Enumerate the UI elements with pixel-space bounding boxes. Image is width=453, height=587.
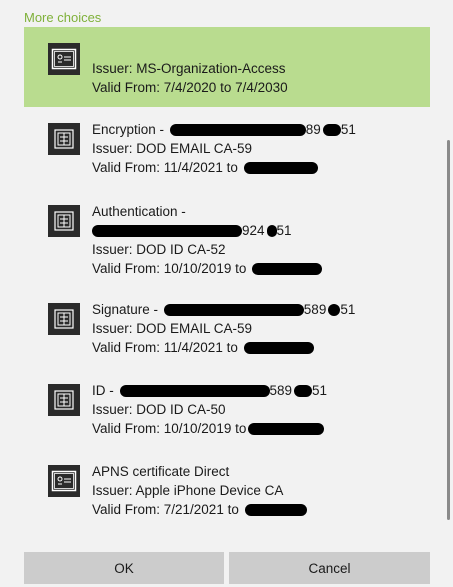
certificate-icon (48, 205, 80, 237)
redaction-mark (266, 225, 277, 238)
certificate-item-authentication[interactable]: Authentication - 924 51 Issuer: DOD ID CA… (24, 202, 430, 282)
certificate-valid-from: Valid From: 10/10/2019 to (92, 419, 422, 438)
certificate-valid-from: Valid From: 7/4/2020 to 7/4/2030 (92, 80, 288, 95)
redaction-mark (163, 304, 304, 317)
certificate-id-line: 924 51 (92, 221, 422, 240)
certificate-icon (48, 465, 80, 497)
certificate-valid-text: Valid From: 11/4/2021 to (92, 160, 242, 175)
certificate-icon (48, 303, 80, 335)
certificate-id-fragment: 89 (305, 122, 321, 137)
redaction-mark (252, 263, 323, 276)
certificate-id-fragment: 589 (303, 302, 327, 317)
redaction-mark (248, 423, 325, 436)
certificate-valid-text: Valid From: 11/4/2021 to (92, 340, 242, 355)
certificate-title-text: Encryption - (92, 122, 168, 137)
certificate-title-text: Signature - (92, 302, 162, 317)
certificate-id-fragment: 51 (340, 122, 356, 137)
redaction-mark (243, 342, 314, 355)
cancel-button[interactable]: Cancel (229, 552, 430, 584)
certificate-valid-from: Valid From: 11/4/2021 to (92, 158, 422, 177)
certificate-item-apns[interactable]: APNS certificate Direct Issuer: Apple iP… (24, 462, 430, 532)
certificate-item-signature[interactable]: Signature - 589 51 Issuer: DOD EMAIL CA-5… (24, 300, 430, 380)
certificate-title: ID - 589 51 (92, 381, 422, 400)
certificate-icon (48, 43, 80, 75)
redaction-mark (169, 124, 306, 137)
certificate-issuer: Issuer: Apple iPhone Device CA (92, 483, 284, 498)
certificate-issuer: Issuer: DOD ID CA-50 (92, 402, 226, 417)
ok-button[interactable]: OK (24, 552, 224, 584)
certificate-issuer: Issuer: DOD EMAIL CA-59 (92, 141, 253, 156)
certificate-issuer: Issuer: DOD EMAIL CA-59 (92, 321, 253, 336)
certificate-title: APNS certificate Direct (92, 464, 230, 479)
certificate-issuer: Issuer: DOD ID CA-52 (92, 242, 226, 257)
certificate-id-fragment: 51 (312, 383, 328, 398)
redaction-mark (92, 225, 242, 238)
redaction-mark (244, 504, 307, 517)
certificate-id-fragment: 589 (269, 383, 293, 398)
certificate-title-text: ID - (92, 383, 118, 398)
certificate-issuer: Issuer: MS-Organization-Access (92, 61, 286, 76)
certificate-title: Signature - 589 51 (92, 300, 422, 319)
certificate-id-fragment: 51 (276, 223, 292, 238)
redaction-mark (119, 385, 270, 398)
redaction-mark (322, 124, 341, 137)
certificate-icon (48, 384, 80, 416)
certificate-list: Issuer: MS-Organization-Access Valid Fro… (24, 27, 430, 532)
certificate-id-fragment: 51 (340, 302, 356, 317)
vertical-scrollbar[interactable] (447, 140, 450, 520)
redaction-mark (294, 385, 313, 398)
certificate-valid-from: Valid From: 7/21/2021 to (92, 500, 422, 519)
certificate-title: Encryption - 89 51 (92, 120, 422, 139)
certificate-icon (48, 123, 80, 155)
certificate-item-id[interactable]: ID - 589 51 Issuer: DOD ID CA-50 Valid Fr… (24, 381, 430, 461)
more-choices-heading: More choices (24, 10, 102, 25)
certificate-item-encryption[interactable]: Encryption - 89 51 Issuer: DOD EMAIL CA-5… (24, 120, 430, 200)
certificate-title: Authentication - (92, 204, 186, 219)
certificate-item-ms-organization-access[interactable]: Issuer: MS-Organization-Access Valid Fro… (24, 27, 430, 107)
certificate-valid-from: Valid From: 10/10/2019 to (92, 259, 422, 278)
certificate-valid-text: Valid From: 10/10/2019 to (92, 421, 247, 436)
redaction-mark (243, 162, 318, 175)
certificate-valid-text: Valid From: 7/21/2021 to (92, 502, 243, 517)
certificate-valid-from: Valid From: 11/4/2021 to (92, 338, 422, 357)
redaction-mark (328, 304, 341, 317)
certificate-valid-text: Valid From: 10/10/2019 to (92, 261, 251, 276)
certificate-id-fragment: 924 (242, 223, 265, 238)
